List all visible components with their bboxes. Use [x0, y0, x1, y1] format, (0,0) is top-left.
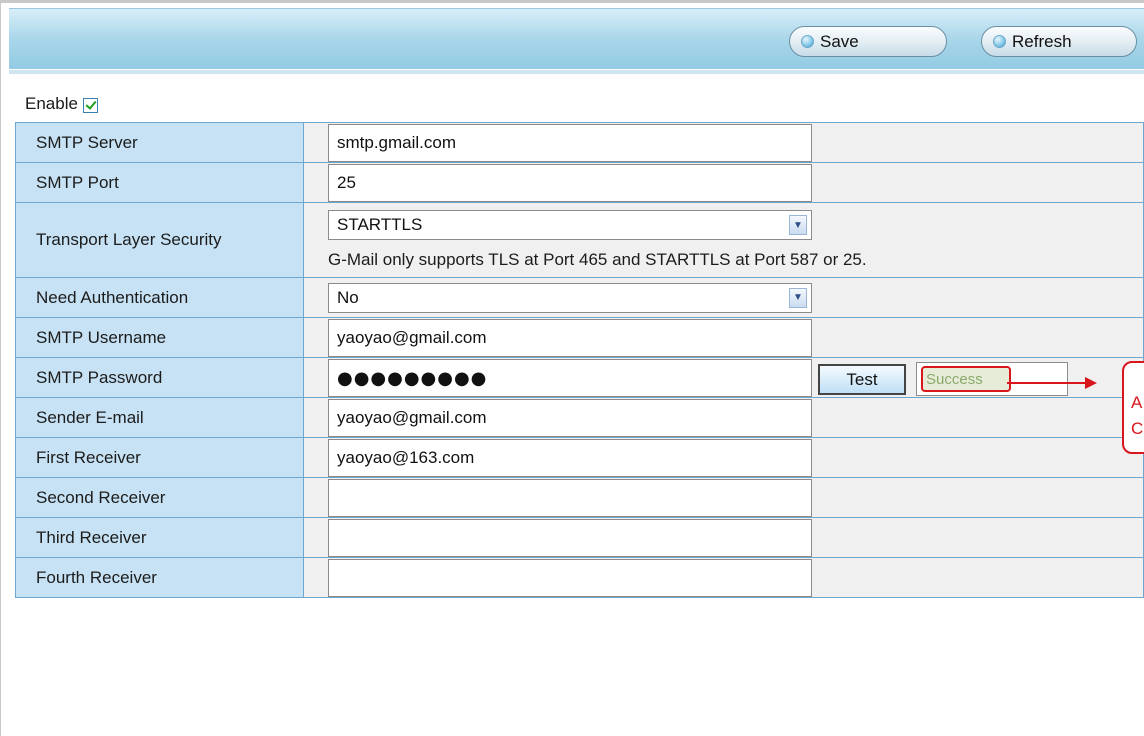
save-button-label: Save [820, 31, 859, 51]
third-receiver-input[interactable] [328, 519, 812, 557]
window-left-border [0, 0, 1, 736]
third-receiver-label: Third Receiver [15, 517, 304, 558]
form-row-fourth-receiver: Fourth Receiver [15, 557, 1144, 598]
need-auth-select-value: No [337, 287, 359, 307]
form-row-smtp-server: SMTP Server smtp.gmail.com [15, 122, 1144, 163]
second-receiver-input[interactable] [328, 479, 812, 517]
enable-label: Enable [25, 94, 78, 113]
refresh-button[interactable]: Refresh [981, 26, 1137, 57]
fourth-receiver-input[interactable] [328, 559, 812, 597]
window-top-border [0, 0, 1144, 3]
first-receiver-label: First Receiver [15, 437, 304, 478]
form-row-first-receiver: First Receiver yaoyao@163.com [15, 437, 1144, 478]
second-receiver-label: Second Receiver [15, 477, 304, 518]
annotation-callout: A C [1122, 361, 1144, 454]
refresh-button-label: Refresh [1012, 31, 1072, 51]
form-row-second-receiver: Second Receiver [15, 477, 1144, 518]
tls-select[interactable]: STARTTLS ▼ [328, 210, 812, 240]
test-success-status: Success [921, 366, 1011, 392]
enable-row: Enable [25, 94, 98, 114]
form-row-need-auth: Need Authentication No ▼ [15, 277, 1144, 318]
form-row-smtp-username: SMTP Username yaoyao@gmail.com [15, 317, 1144, 358]
annotation-callout-line2: C [1131, 419, 1144, 438]
smtp-password-label: SMTP Password [15, 357, 304, 398]
toolbar: Save Refresh [9, 8, 1144, 69]
form-row-smtp-password: SMTP Password ●●●●●●●●● Test Success [15, 357, 1144, 398]
smtp-username-input[interactable]: yaoyao@gmail.com [328, 319, 812, 357]
refresh-dot-icon [801, 35, 814, 48]
chevron-down-icon[interactable]: ▼ [789, 215, 807, 235]
sender-email-label: Sender E-mail [15, 397, 304, 438]
smtp-server-label: SMTP Server [15, 122, 304, 163]
enable-checkbox[interactable] [82, 98, 98, 113]
fourth-receiver-label: Fourth Receiver [15, 557, 304, 598]
save-button[interactable]: Save [789, 26, 947, 57]
first-receiver-input[interactable]: yaoyao@163.com [328, 439, 812, 477]
form-row-tls: Transport Layer Security STARTTLS ▼ G-Ma… [15, 202, 1144, 278]
need-auth-select[interactable]: No ▼ [328, 282, 812, 313]
sender-email-input[interactable]: yaoyao@gmail.com [328, 399, 812, 437]
smtp-password-input[interactable]: ●●●●●●●●● [328, 359, 812, 397]
mail-settings-panel: Save Refresh Enable SMTP Server smtp.gma… [9, 8, 1144, 736]
form-row-sender-email: Sender E-mail yaoyao@gmail.com [15, 397, 1144, 438]
smtp-form: SMTP Server smtp.gmail.com SMTP Port 25 … [15, 122, 1144, 598]
test-button[interactable]: Test [818, 364, 906, 395]
form-row-third-receiver: Third Receiver [15, 517, 1144, 558]
smtp-port-label: SMTP Port [15, 162, 304, 203]
smtp-server-input[interactable]: smtp.gmail.com [328, 124, 812, 162]
need-auth-label: Need Authentication [15, 277, 304, 318]
toolbar-divider [9, 70, 1144, 74]
annotation-callout-line1: A [1131, 393, 1143, 412]
tls-label: Transport Layer Security [15, 202, 304, 278]
annotation-arrow-line [1007, 382, 1089, 384]
form-row-smtp-port: SMTP Port 25 [15, 162, 1144, 203]
refresh-dot-icon [993, 35, 1006, 48]
test-result-field: Success [916, 362, 1068, 396]
smtp-username-label: SMTP Username [15, 317, 304, 358]
annotation-arrow-head [1085, 377, 1097, 389]
tls-hint: G-Mail only supports TLS at Port 465 and… [328, 250, 867, 269]
tls-select-value: STARTTLS [337, 215, 423, 234]
smtp-port-input[interactable]: 25 [328, 164, 812, 202]
chevron-down-icon[interactable]: ▼ [789, 287, 807, 308]
